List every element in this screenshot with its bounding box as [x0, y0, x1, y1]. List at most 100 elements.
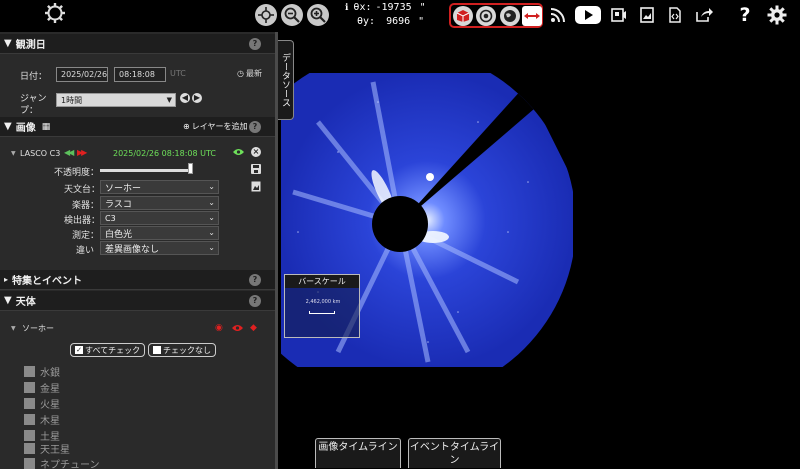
visibility-eye-icon[interactable]	[233, 148, 244, 159]
double-arrow-icon	[524, 13, 540, 19]
body-checkbox[interactable]	[24, 382, 35, 393]
celestial-bodies-header[interactable]: ▼ 天体 ?	[0, 291, 275, 311]
jump-select[interactable]: 1時間 ▼	[56, 93, 176, 107]
save-layer-icon[interactable]	[251, 164, 261, 174]
check-none-label: チェックなし	[163, 345, 211, 355]
opacity-slider-handle[interactable]	[188, 163, 193, 174]
event-timeline-button[interactable]: イベントタイムライン	[408, 438, 501, 468]
label-tag-red-icon[interactable]: ◆	[250, 323, 257, 333]
body-label: ネプチューン	[40, 460, 100, 469]
instrument-select[interactable]: ラスコ ⌄	[100, 196, 219, 210]
features-header[interactable]: ▸ 特集とイベント ?	[0, 270, 275, 290]
help-circle-icon[interactable]: ?	[249, 37, 261, 50]
image-download-icon[interactable]	[637, 4, 657, 26]
coord-y-unit: "	[418, 16, 425, 27]
add-layer-button[interactable]: ⊕ レイヤーを追加	[183, 121, 247, 132]
check-all-button[interactable]: ✓ すべてチェック	[70, 343, 146, 357]
top-toolbar: ℹ θx: -19735 " θy: 9696 " ?	[0, 0, 800, 32]
layer-collapse-icon[interactable]: ▼	[11, 150, 16, 157]
help-circle-icon[interactable]: ?	[249, 120, 261, 133]
opacity-slider[interactable]	[100, 169, 192, 172]
difference-value: 差異画像なし	[105, 244, 160, 255]
latest-button[interactable]: ◷ 最新	[237, 68, 262, 79]
visibility-eye-red-icon[interactable]	[232, 324, 243, 335]
jump-label: ジャンプ：	[20, 94, 47, 116]
images-title: 画像	[15, 123, 36, 134]
opacity-label: 不透明度：	[54, 168, 100, 178]
movie-icon[interactable]	[609, 4, 629, 26]
target-red-icon[interactable]: ◉	[215, 323, 223, 333]
target-icon	[479, 9, 493, 23]
coord-y-label: θy:	[357, 16, 376, 27]
body-label: 木星	[40, 416, 60, 427]
grid-icon[interactable]: ▦	[42, 122, 51, 132]
measurement-select[interactable]: 白色光 ⌄	[100, 226, 219, 240]
crosshair-icon	[258, 7, 274, 23]
settings-icon[interactable]	[765, 4, 789, 26]
2d-view-button[interactable]	[476, 6, 496, 26]
zoom-in-button[interactable]	[307, 4, 329, 26]
collapse-triangle-icon: ▼	[4, 38, 12, 49]
check-none-button[interactable]: チェックなし	[148, 343, 216, 357]
body-checkbox[interactable]	[24, 430, 35, 441]
detector-select[interactable]: C3 ⌄	[100, 211, 219, 225]
code-file-icon[interactable]	[665, 4, 685, 26]
date-input[interactable]: 2025/02/26	[56, 67, 108, 82]
lasco-c3-image	[279, 71, 575, 369]
jump-value: 1時間	[61, 95, 83, 105]
detector-label: 検出器：	[64, 216, 101, 226]
celestial-bodies-title: 天体	[15, 297, 36, 308]
layer-image-icon[interactable]	[251, 181, 261, 192]
body-checkbox[interactable]	[24, 366, 35, 377]
body-label: 火星	[40, 400, 60, 411]
sync-button[interactable]	[522, 6, 542, 26]
help-circle-icon[interactable]: ?	[249, 294, 261, 307]
jump-back-button[interactable]: ◀	[180, 93, 190, 103]
help-icon[interactable]: ?	[735, 4, 755, 26]
body-checkbox[interactable]	[24, 443, 35, 454]
help-circle-icon[interactable]: ?	[249, 273, 261, 286]
rewind-icon[interactable]: ◀◀	[64, 148, 74, 157]
chevron-down-icon: ⌄	[208, 213, 215, 222]
fast-forward-icon[interactable]: ▶▶	[77, 148, 87, 157]
share-icon[interactable]	[694, 4, 714, 26]
coord-x-value: -19735	[375, 2, 412, 13]
observatory-select[interactable]: ソーホー ⌄	[100, 180, 219, 194]
youtube-icon[interactable]	[574, 4, 602, 26]
body-checkbox[interactable]	[24, 458, 35, 469]
3d-view-button[interactable]	[453, 6, 473, 26]
left-panel: ▼ 観測日 ? 日付： 2025/02/26 08:18:08 UTC ◷ 最新 …	[0, 32, 275, 469]
collapse-triangle-icon: ▼	[4, 121, 12, 132]
coord-x-unit: "	[419, 2, 426, 13]
jump-forward-button[interactable]: ▶	[192, 93, 202, 103]
coordinate-readout: ℹ θx: -19735 " θy: 9696 "	[345, 2, 445, 32]
image-timeline-button[interactable]: 画像タイムライン	[315, 438, 401, 468]
remove-layer-icon[interactable]: ×	[251, 147, 261, 157]
time-input[interactable]: 08:18:08	[114, 67, 166, 82]
zoom-in-icon	[310, 7, 326, 23]
globe-view-button[interactable]	[500, 6, 520, 26]
chevron-down-icon: ⌄	[208, 243, 215, 252]
layer-name: LASCO C3	[20, 149, 61, 158]
group-collapse-icon[interactable]: ▼	[11, 325, 16, 332]
center-view-button[interactable]	[255, 4, 277, 26]
globe-icon	[504, 10, 516, 22]
solar-image-viewer[interactable]: データソース バースケール 2,462,000 km 画像タイムライン イベント…	[278, 32, 800, 469]
observation-date-header[interactable]: ▼ 観測日 ?	[0, 34, 275, 54]
settings-gear-icon[interactable]	[44, 2, 66, 24]
add-layer-label: レイヤーを追加	[191, 122, 248, 131]
chevron-down-icon: ▼	[166, 96, 172, 104]
scale-bar-box[interactable]: バースケール 2,462,000 km	[284, 274, 360, 338]
body-checkbox[interactable]	[24, 414, 35, 425]
images-header[interactable]: ▼ 画像 ▦ ⊕ レイヤーを追加 ?	[0, 117, 275, 137]
layer-timestamp: 2025/02/26 08:18:08 UTC	[113, 149, 216, 158]
zoom-out-button[interactable]	[281, 4, 303, 26]
checkbox-checked-icon: ✓	[75, 346, 83, 354]
zoom-out-icon	[284, 7, 300, 23]
body-checkbox[interactable]	[24, 398, 35, 409]
rss-icon[interactable]	[548, 4, 568, 26]
plus-circle-icon: ⊕	[183, 122, 190, 131]
detector-value: C3	[105, 213, 116, 223]
data-sources-tab[interactable]: データソース	[278, 40, 294, 120]
difference-select[interactable]: 差異画像なし ⌄	[100, 241, 219, 255]
